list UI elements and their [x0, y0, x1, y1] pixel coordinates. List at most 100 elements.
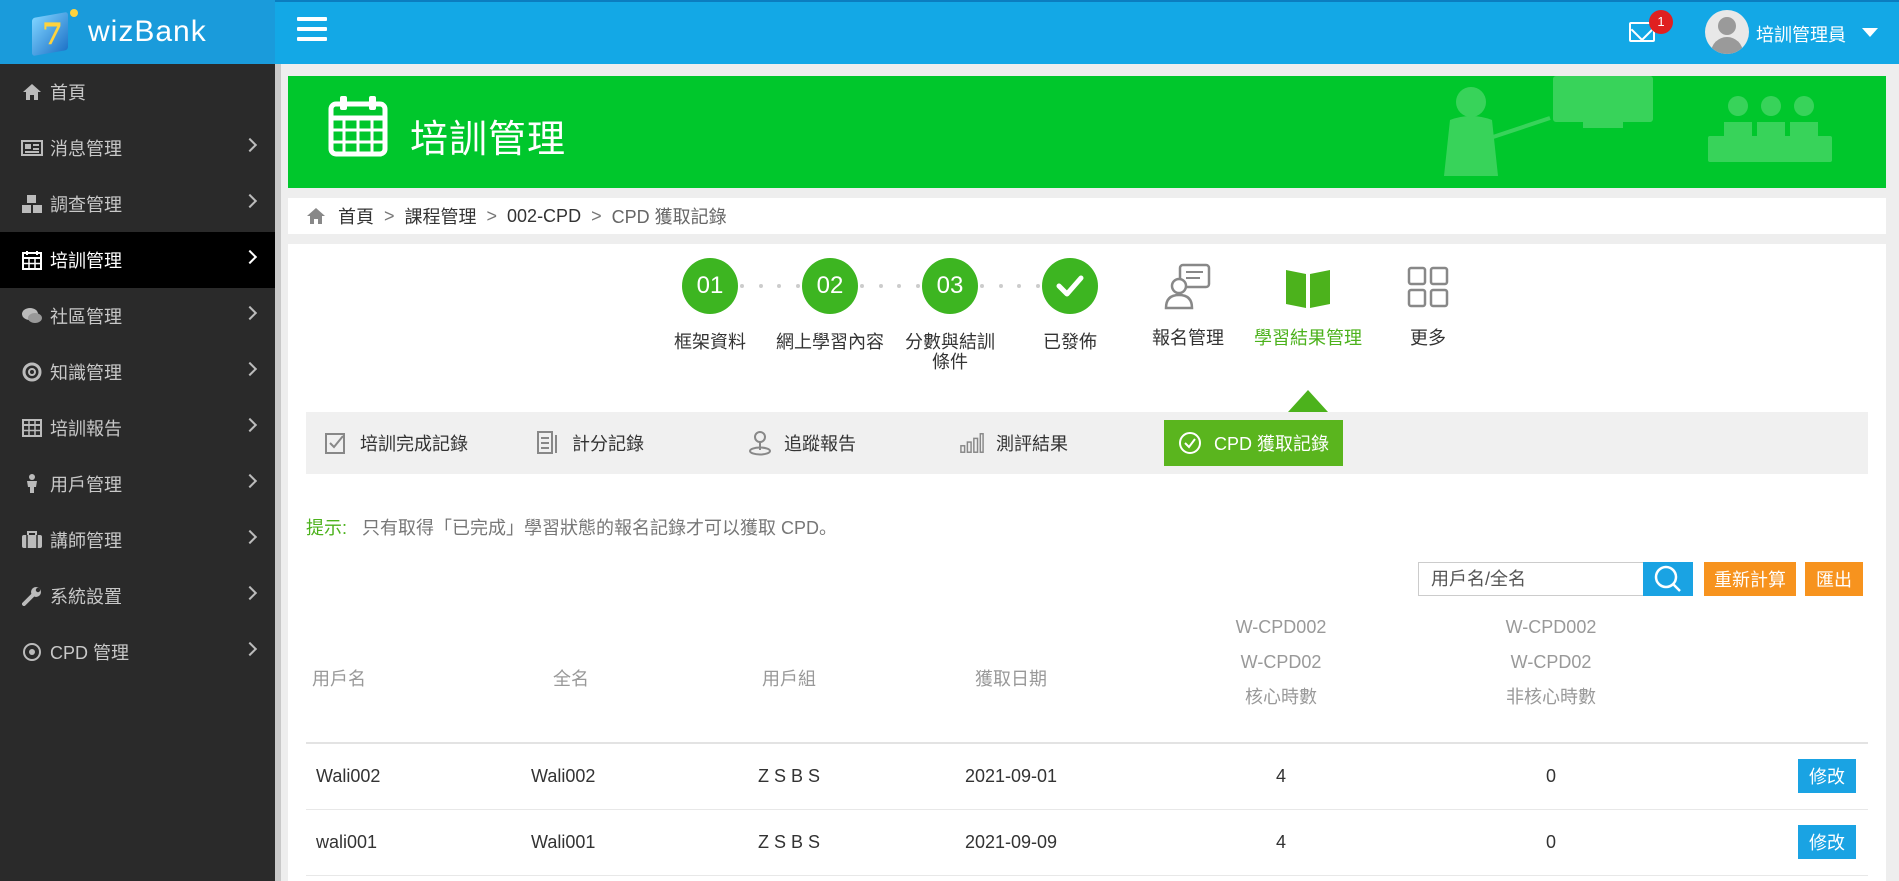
wizbank-logo-icon: 7	[30, 5, 84, 59]
cell-date: 2021-09-09	[964, 832, 1058, 852]
sidebar-item-cpd[interactable]: CPD 管理	[0, 624, 275, 680]
col-core-hours[interactable]: W-CPD002 W-CPD02 核心時數	[1206, 610, 1356, 715]
col-core-line: W-CPD02	[1240, 652, 1322, 672]
col-group[interactable]: 用戶組	[754, 662, 824, 697]
step-label: 網上學習內容	[776, 332, 884, 352]
hint-label: 提示:	[306, 518, 348, 538]
cell-fullname: Wali002	[531, 766, 596, 786]
edit-button[interactable]: 修改	[1798, 759, 1856, 793]
cell-username: Wali002	[316, 766, 381, 786]
cell-core-hours: 4	[1275, 766, 1286, 786]
chevron-right-icon	[242, 137, 258, 153]
table-header: 用戶名 全名 用戶組 獲取日期 W-CPD002 W-CPD02 核心時數 W-…	[306, 614, 1868, 744]
sidebar-item-label: 社區管理	[50, 307, 122, 327]
cell-date: 2021-09-01	[964, 766, 1058, 786]
step-online-content[interactable]: 02 網上學習內容	[774, 258, 886, 352]
home-icon	[307, 208, 325, 224]
col-core-line: W-CPD002	[1235, 617, 1327, 637]
sidebar-item-settings[interactable]: 系統設置	[0, 568, 275, 624]
sidebar-item-report[interactable]: 培訓報告	[0, 400, 275, 456]
main-panel: 01 框架資料 02 網上學習內容 03 分數與結訓條件 已發佈 報名管理 學習…	[288, 244, 1886, 881]
step-more[interactable]: 更多	[1372, 258, 1484, 348]
sidebar: 7 wizBank 首頁 消息管理 調查管理 培訓管理 社區管理 知識管理 培訓…	[0, 0, 275, 881]
sidebar-item-users[interactable]: 用戶管理	[0, 456, 275, 512]
breadcrumb: 首頁 > 課程管理 > 002-CPD > CPD 獲取記錄	[288, 198, 1886, 234]
recalculate-button[interactable]: 重新計算	[1704, 562, 1796, 596]
step-label: 分數與結訓條件	[905, 332, 995, 372]
step-label: 報名管理	[1152, 328, 1224, 348]
col-fullname[interactable]: 全名	[536, 662, 606, 697]
page-banner: 培訓管理	[288, 76, 1886, 188]
user-name[interactable]: 培訓管理員	[1756, 21, 1846, 47]
step-learning-result[interactable]: 學習結果管理	[1252, 258, 1364, 348]
chevron-right-icon	[242, 249, 258, 265]
breadcrumb-link-002-cpd[interactable]: 002-CPD	[507, 206, 581, 227]
breadcrumb-current: CPD 獲取記錄	[611, 207, 727, 227]
caret-down-icon[interactable]	[1862, 28, 1878, 37]
cell-noncore-hours: 0	[1545, 832, 1556, 852]
tab-label: 計分記錄	[572, 434, 644, 454]
cell-fullname: Wali001	[531, 832, 596, 852]
tab-tracking-report[interactable]: 追蹤報告	[748, 412, 856, 474]
hint-message: 只有取得「已完成」學習狀態的報名記錄才可以獲取 CPD。	[362, 518, 838, 538]
export-button[interactable]: 匯出	[1805, 562, 1863, 596]
tab-cpd-record[interactable]: CPD 獲取記錄	[1164, 420, 1344, 466]
chevron-right-icon	[242, 417, 258, 433]
search-button[interactable]	[1643, 562, 1693, 596]
sub-tabs: 培訓完成記錄 計分記錄 追蹤報告 測評結果 CPD 獲取記錄	[306, 412, 1868, 474]
check-icon	[1042, 258, 1098, 314]
col-username[interactable]: 用戶名	[306, 662, 372, 697]
breadcrumb-separator: >	[384, 205, 395, 226]
briefcase-icon	[20, 530, 44, 550]
sidebar-item-news[interactable]: 消息管理	[0, 120, 275, 176]
user-icon	[20, 474, 44, 494]
sidebar-item-community[interactable]: 社區管理	[0, 288, 275, 344]
chevron-right-icon	[242, 305, 258, 321]
sidebar-item-home[interactable]: 首頁	[0, 64, 275, 120]
chevron-right-icon	[242, 585, 258, 601]
sidebar-item-label: 知識管理	[50, 363, 122, 383]
banner-illustration-icon	[1444, 76, 1832, 176]
logo[interactable]: 7 wizBank	[0, 0, 275, 64]
avatar[interactable]	[1705, 10, 1749, 54]
sidebar-item-knowledge[interactable]: 知識管理	[0, 344, 275, 400]
step-enrollment[interactable]: 報名管理	[1132, 258, 1244, 348]
sidebar-item-label: 調查管理	[50, 195, 122, 215]
step-framework[interactable]: 01 框架資料	[654, 258, 766, 352]
tab-label: CPD 獲取記錄	[1214, 434, 1330, 454]
step-label: 學習結果管理	[1254, 328, 1362, 348]
sidebar-item-training[interactable]: 培訓管理	[0, 232, 275, 288]
edit-button[interactable]: 修改	[1798, 825, 1856, 859]
sidebar-item-label: 培訓管理	[50, 251, 122, 271]
search-input[interactable]	[1418, 562, 1646, 596]
mail-badge[interactable]: 1	[1649, 10, 1673, 34]
col-noncore-line: W-CPD02	[1510, 652, 1592, 672]
col-noncore-hours[interactable]: W-CPD002 W-CPD02 非核心時數	[1476, 610, 1626, 715]
sidebar-scrollbar[interactable]	[275, 64, 281, 881]
menu-toggle-icon[interactable]	[297, 17, 327, 43]
breadcrumb-link-home[interactable]: 首頁	[338, 203, 374, 229]
sidebar-item-label: 用戶管理	[50, 475, 122, 495]
chevron-right-icon	[242, 193, 258, 209]
active-step-indicator	[1288, 390, 1328, 412]
chevron-right-icon	[242, 641, 258, 657]
tab-completion-record[interactable]: 培訓完成記錄	[324, 412, 468, 474]
bar-chart-icon	[960, 430, 984, 456]
grid-icon	[1407, 266, 1449, 308]
step-scoring[interactable]: 03 分數與結訓條件	[894, 258, 1006, 372]
sidebar-item-label: 系統設置	[50, 587, 122, 607]
tab-assessment-result[interactable]: 測評結果	[960, 412, 1068, 474]
checkbox-icon	[324, 430, 348, 456]
document-icon	[536, 430, 560, 456]
enrollment-icon	[1164, 263, 1211, 310]
lifebuoy-icon	[20, 362, 44, 382]
step-published[interactable]: 已發佈	[1014, 258, 1126, 352]
top-bar: 1 培訓管理員	[275, 0, 1899, 64]
sidebar-item-instructors[interactable]: 講師管理	[0, 512, 275, 568]
tab-score-record[interactable]: 計分記錄	[536, 412, 644, 474]
sidebar-item-survey[interactable]: 調查管理	[0, 176, 275, 232]
breadcrumb-link-course[interactable]: 課程管理	[405, 203, 477, 229]
newspaper-icon	[20, 138, 44, 158]
col-date[interactable]: 獲取日期	[966, 662, 1056, 697]
sidebar-item-label: 講師管理	[50, 531, 122, 551]
